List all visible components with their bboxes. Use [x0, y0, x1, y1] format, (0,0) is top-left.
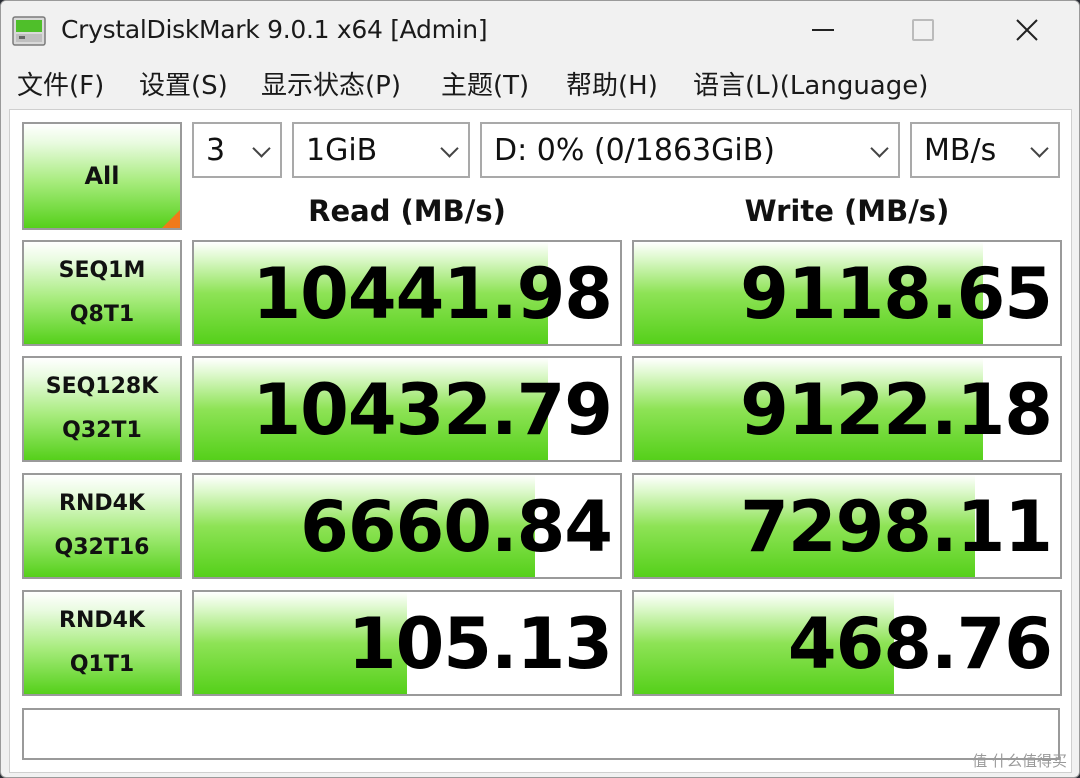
read-result-rnd4k-q32t16: 6660.84	[192, 473, 622, 579]
read-value: 105.13	[347, 603, 613, 685]
test-count-select[interactable]: 3	[192, 122, 282, 178]
read-value: 6660.84	[300, 486, 613, 568]
chevron-down-icon	[440, 139, 459, 158]
test-count-value: 3	[206, 132, 226, 168]
menu-file[interactable]: 文件(F)	[17, 65, 104, 102]
menu-bar: 文件(F) 设置(S) 显示状态(P) 主题(T) 帮助(H) 语言(L)(La…	[1, 59, 1079, 105]
test-name: SEQ128K	[45, 374, 159, 399]
watermark: 值 什么值得买	[972, 752, 1067, 770]
test-params: Q32T16	[54, 535, 150, 560]
test-size-select[interactable]: 1GiB	[292, 122, 470, 178]
all-button[interactable]: All	[22, 122, 182, 230]
chevron-down-icon	[870, 139, 889, 158]
read-result-seq1m-q8t1: 10441.98	[192, 240, 622, 346]
app-window: CrystalDiskMark 9.0.1 x64 [Admin] 文件(F) …	[0, 0, 1080, 778]
test-button-rnd4k-q1t1[interactable]: RND4K Q1T1	[22, 590, 182, 696]
test-button-seq1m-q8t1[interactable]: SEQ1M Q8T1	[22, 240, 182, 346]
corner-marker	[162, 210, 180, 228]
close-icon	[1016, 19, 1038, 41]
minimize-icon	[812, 29, 834, 31]
maximize-button[interactable]	[873, 1, 973, 59]
test-size-value: 1GiB	[306, 132, 378, 168]
write-value: 9118.65	[740, 253, 1053, 335]
test-name: SEQ1M	[58, 258, 146, 283]
comment-field[interactable]	[22, 708, 1060, 760]
minimize-button[interactable]	[773, 1, 873, 59]
unit-value: MB/s	[924, 132, 997, 168]
write-result-rnd4k-q1t1: 468.76	[632, 590, 1062, 696]
unit-select[interactable]: MB/s	[910, 122, 1060, 178]
crystaldiskmark-icon	[12, 16, 46, 46]
test-name: RND4K	[59, 608, 145, 633]
read-header: Read (MB/s)	[308, 194, 506, 228]
chevron-down-icon	[1030, 139, 1049, 158]
menu-theme[interactable]: 主题(T)	[441, 65, 529, 102]
write-value: 7298.11	[740, 486, 1053, 568]
write-value: 9122.18	[740, 369, 1053, 451]
write-header: Write (MB/s)	[744, 194, 950, 228]
test-name: RND4K	[59, 491, 145, 516]
read-result-seq128k-q32t1: 10432.79	[192, 356, 622, 462]
menu-settings[interactable]: 设置(S)	[139, 65, 228, 102]
drive-value: D: 0% (0/1863GiB)	[494, 132, 775, 168]
window-title: CrystalDiskMark 9.0.1 x64 [Admin]	[61, 15, 488, 44]
read-result-rnd4k-q1t1: 105.13	[192, 590, 622, 696]
benchmark-panel: All 3 1GiB D: 0% (0/1863GiB) MB/s Read (…	[9, 109, 1072, 773]
read-value: 10441.98	[252, 253, 613, 335]
test-params: Q1T1	[69, 652, 135, 677]
drive-select[interactable]: D: 0% (0/1863GiB)	[480, 122, 900, 178]
write-value: 468.76	[787, 603, 1053, 685]
menu-help[interactable]: 帮助(H)	[566, 65, 658, 102]
test-button-seq128k-q32t1[interactable]: SEQ128K Q32T1	[22, 356, 182, 462]
title-bar: CrystalDiskMark 9.0.1 x64 [Admin]	[1, 1, 1079, 59]
write-result-rnd4k-q32t16: 7298.11	[632, 473, 1062, 579]
read-value: 10432.79	[252, 369, 613, 451]
close-button[interactable]	[977, 1, 1077, 59]
menu-display-state[interactable]: 显示状态(P)	[261, 65, 401, 102]
test-button-rnd4k-q32t16[interactable]: RND4K Q32T16	[22, 473, 182, 579]
test-params: Q8T1	[69, 302, 135, 327]
write-result-seq1m-q8t1: 9118.65	[632, 240, 1062, 346]
maximize-icon	[912, 19, 934, 41]
menu-language[interactable]: 语言(L)(Language)	[693, 65, 928, 102]
write-result-seq128k-q32t1: 9122.18	[632, 356, 1062, 462]
all-button-label: All	[84, 162, 120, 190]
test-params: Q32T1	[62, 418, 142, 443]
chevron-down-icon	[252, 139, 271, 158]
